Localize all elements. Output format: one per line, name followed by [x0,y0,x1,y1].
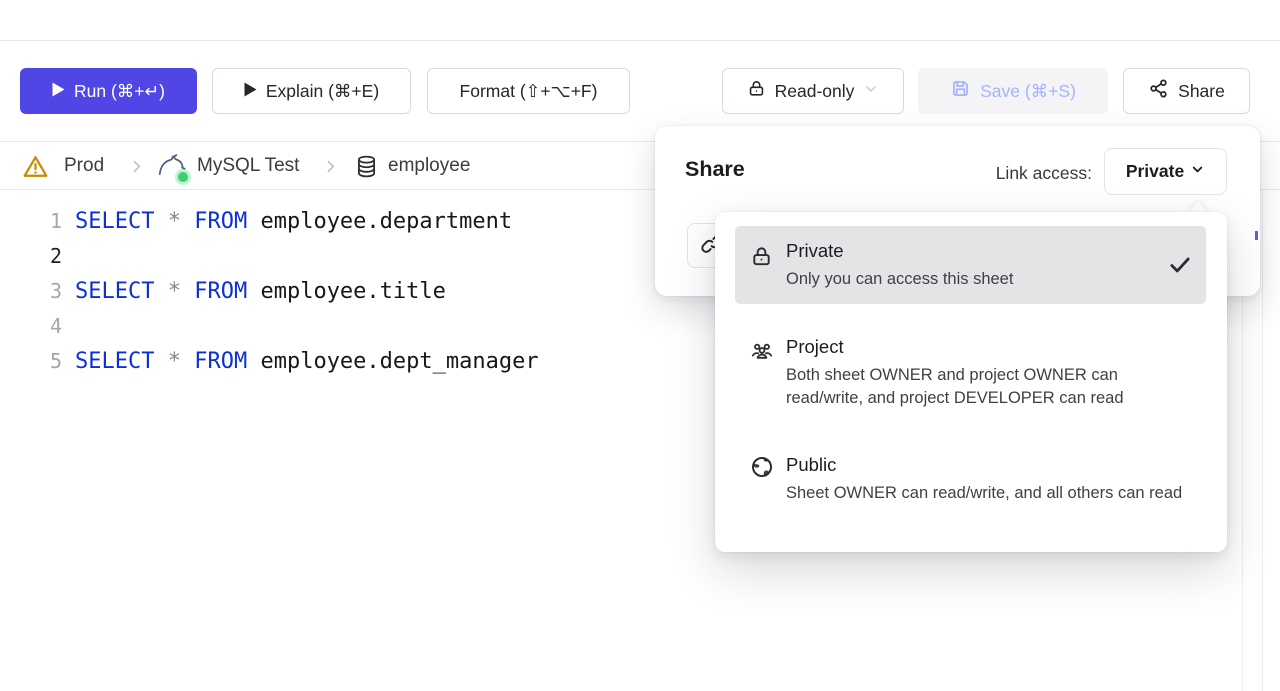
option-description: Only you can access this sheet [786,268,1186,291]
warning-triangle-icon [22,142,49,190]
menu-option-project[interactable]: Project Both sheet OWNER and project OWN… [735,334,1206,410]
link-access-dropdown[interactable]: Private [1104,148,1227,195]
explain-button[interactable]: Explain (⌘+E) [212,68,411,114]
cursor-artifact [1255,231,1258,240]
sql-identifier: employee.department [247,209,512,234]
link-access-label: Link access: [996,163,1092,184]
explain-button-label: Explain (⌘+E) [266,81,379,102]
users-icon [750,339,774,368]
database-icon [354,142,379,190]
save-button[interactable]: Save (⌘+S) [918,68,1108,114]
readonly-label: Read-only [775,81,855,102]
lock-icon [747,79,766,103]
option-description: Sheet OWNER can read/write, and all othe… [786,482,1186,505]
run-button[interactable]: Run (⌘+↵) [20,68,197,114]
play-icon [52,81,65,102]
option-title: Project [786,334,1206,360]
line-number: 1 [0,204,62,239]
chevron-right-icon [128,142,145,190]
sql-keyword: FROM [194,209,247,234]
sql-keyword: FROM [194,349,247,374]
sql-identifier: employee.title [247,279,446,304]
line-number: 4 [0,309,62,344]
breadcrumb-database[interactable]: employee [388,142,470,190]
chevron-right-icon [322,142,339,190]
breadcrumb-environment[interactable]: Prod [64,142,104,190]
share-dialog-title: Share [685,157,745,182]
sql-keyword: FROM [194,279,247,304]
top-divider [0,40,1280,41]
save-button-label: Save (⌘+S) [980,81,1076,102]
sql-keyword: SELECT [75,209,154,234]
play-icon [244,81,257,102]
format-button[interactable]: Format (⇧+⌥+F) [427,68,630,114]
sql-editor-app: Run (⌘+↵) Explain (⌘+E) Format (⇧+⌥+F) R… [0,0,1280,691]
sql-operator: * [154,279,194,304]
sql-identifier: employee.dept_manager [247,349,538,374]
sql-operator: * [154,349,194,374]
option-description: Both sheet OWNER and project OWNER can r… [786,364,1186,410]
globe-icon [750,455,774,484]
save-floppy-icon [950,78,971,104]
menu-option-private[interactable]: Private Only you can access this sheet [735,226,1206,304]
line-number: 3 [0,274,62,309]
share-nodes-icon [1148,78,1169,104]
run-button-label: Run (⌘+↵) [74,81,165,102]
line-number-active: 2 [0,239,62,274]
option-title: Private [786,238,1206,264]
mysql-instance-icon [156,142,186,190]
sql-operator: * [154,209,194,234]
instance-status-dot [178,172,188,182]
link-access-menu: Private Only you can access this sheet P… [715,212,1227,552]
line-number: 5 [0,344,62,379]
link-access-value: Private [1126,161,1184,182]
breadcrumb-instance[interactable]: MySQL Test [197,142,299,190]
readonly-mode-dropdown[interactable]: Read-only [722,68,904,114]
chevron-down-icon [1190,161,1205,182]
format-button-label: Format (⇧+⌥+F) [460,81,598,102]
share-button-label: Share [1178,81,1225,102]
sql-keyword: SELECT [75,279,154,304]
sql-keyword: SELECT [75,349,154,374]
menu-option-public[interactable]: Public Sheet OWNER can read/write, and a… [735,452,1206,505]
chevron-down-icon [863,81,879,102]
check-icon [1167,252,1193,283]
share-button[interactable]: Share [1123,68,1250,114]
option-title: Public [786,452,1206,478]
lock-icon [750,245,773,273]
